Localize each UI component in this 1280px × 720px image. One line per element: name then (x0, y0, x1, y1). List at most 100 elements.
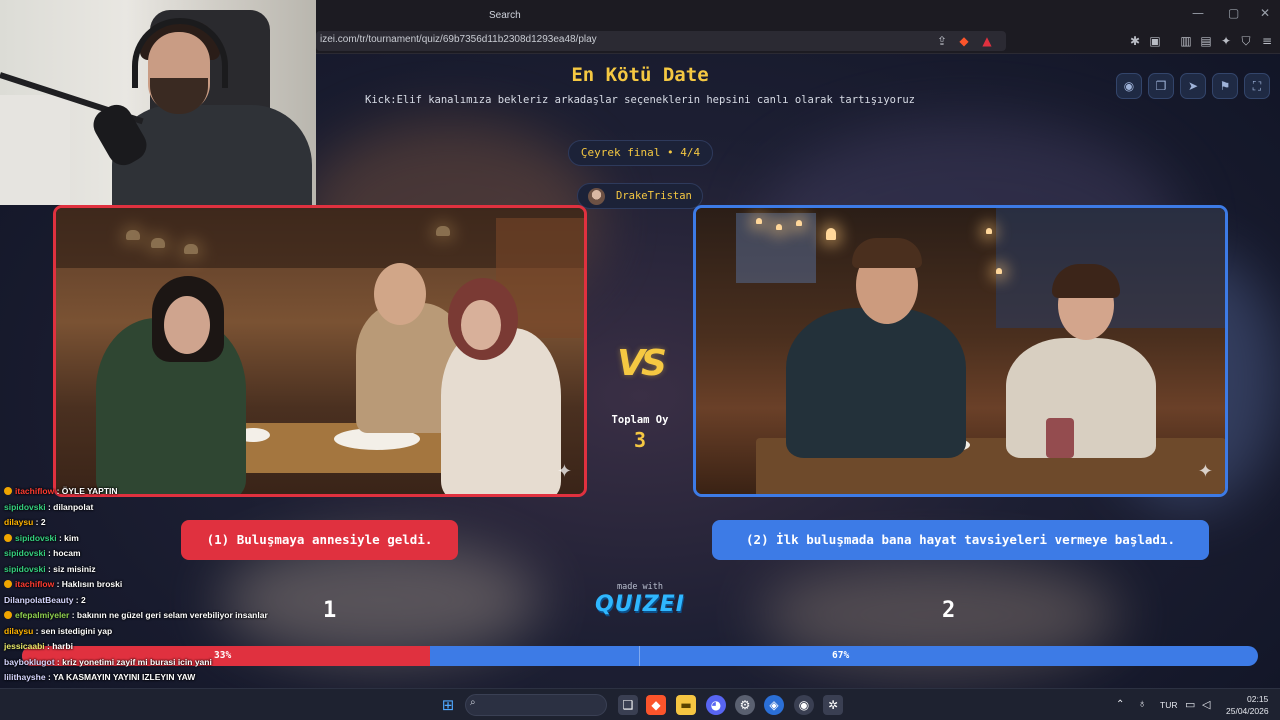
extensions-icon[interactable]: ✱ (1127, 33, 1143, 49)
avatar (588, 188, 605, 205)
option-2-number: 2 (942, 598, 956, 623)
bar-divider (639, 646, 640, 666)
taskbar-search-placeholder[interactable]: Search (489, 10, 521, 21)
player-name: DrakeTristan (616, 190, 692, 202)
chat-username[interactable]: lilithayshe (4, 672, 46, 682)
chat-message-text: Haklısın broski (61, 579, 123, 589)
windows-start-icon[interactable]: ⊞ (438, 695, 458, 715)
chat-message: sipidovski : siz misiniz (4, 564, 96, 579)
option-2-button[interactable]: (2) İlk buluşmada bana hayat tavsiyeleri… (712, 520, 1209, 560)
chat-username[interactable]: sipidovski (4, 502, 46, 512)
chat-username[interactable]: dilaysu (4, 626, 33, 636)
settings-icon[interactable]: ⚙ (735, 695, 755, 715)
chat-message-text: sen istedigini yap (40, 625, 113, 636)
obs-icon[interactable]: ◉ (794, 695, 814, 715)
quizei-logo[interactable]: QUIZEI (580, 592, 700, 617)
brave-browser-icon[interactable]: ◆ (646, 695, 666, 715)
brave-shield-icon[interactable]: ◆ (956, 33, 972, 49)
chat-separator: : (54, 656, 63, 667)
chat-separator: : (54, 579, 62, 589)
vpn-icon[interactable]: ⛉ (1238, 33, 1254, 49)
chat-message-text: kriz yonetimi zayif mi burasi icin yani (62, 656, 212, 667)
chat-separator: : (69, 610, 77, 620)
chat-message: itachiflow : Haklısın broski (4, 579, 122, 594)
chat-message-text: YA KASMAYIN YAYINI IZLEYIN YAW (52, 672, 196, 682)
option-1-percent: 33% (214, 650, 232, 661)
send-icon[interactable]: ➤ (1180, 73, 1206, 99)
total-votes-count: 3 (633, 428, 647, 452)
chat-separator: : (45, 548, 54, 558)
chat-message: lilithayshe : YA KASMAYIN YAYINI IZLEYIN… (4, 672, 195, 687)
chat-message: dilaysu : 2 (4, 517, 46, 532)
tray-chevron-icon[interactable]: ⌃ (1116, 699, 1124, 710)
task-view-icon[interactable]: ❑ (618, 695, 638, 715)
app-icon[interactable]: ✲ (823, 695, 843, 715)
app-icon[interactable]: ◈ (764, 695, 784, 715)
chat-message: jessicaabi : harbi (4, 641, 73, 656)
chat-message: itachiflow : ÖYLE YAPTIN (4, 486, 118, 501)
option-2-card[interactable]: ✦ (693, 205, 1228, 497)
fullscreen-icon[interactable]: ⛶ (1244, 73, 1270, 99)
discord-icon[interactable]: ◕ (706, 695, 726, 715)
chat-username[interactable]: bayboklugot (4, 657, 55, 667)
chat-separator: : (33, 517, 41, 527)
chat-username[interactable]: DilanpolatBeauty (4, 595, 73, 605)
option-2-percent: 67% (832, 650, 850, 661)
maximize-button[interactable]: ▢ (1228, 6, 1239, 20)
sparkle-icon: ✦ (1197, 461, 1213, 482)
chat-username[interactable]: sipidovski (15, 533, 57, 543)
chat-separator: : (73, 594, 81, 605)
chat-username[interactable]: jessicaabi (4, 641, 45, 651)
face (164, 296, 210, 354)
option-1-button[interactable]: (1) Buluşmaya annesiyle geldi. (181, 520, 458, 560)
window (736, 213, 816, 283)
chat-badge-icon (4, 580, 12, 588)
round-badge: Çeyrek final • 4/4 (568, 140, 713, 166)
option-1-card[interactable]: ✦ (53, 205, 587, 497)
file-explorer-icon[interactable]: ▬ (676, 695, 696, 715)
chat-badge-icon (4, 487, 12, 495)
menu-icon[interactable]: ≡ (1259, 33, 1275, 49)
man-plaid-shirt (786, 308, 966, 458)
chat-message-text: bakının ne güzel geri selam verebiliyor … (76, 610, 268, 620)
copy-icon[interactable]: ❐ (1148, 73, 1174, 99)
minimize-button[interactable]: — (1192, 6, 1204, 20)
leo-icon[interactable]: ✦ (1218, 33, 1234, 49)
face (461, 300, 501, 350)
chat-username[interactable]: itachiflow (15, 579, 54, 589)
chat-message-text: ÖYLE YAPTIN (61, 486, 118, 496)
chat-message: sipidovski : hocam (4, 548, 81, 563)
clock-date[interactable]: 25/04/2026 (1226, 706, 1269, 716)
tab-icon[interactable]: ▣ (1147, 33, 1163, 49)
chat-username[interactable]: itachiflow (15, 486, 54, 496)
total-votes-label: Toplam Oy (611, 414, 669, 426)
chat-message-text: siz misiniz (53, 563, 96, 574)
microphone-tray-icon[interactable]: ♁ (1138, 698, 1146, 710)
rewards-icon[interactable]: ▲ (979, 33, 995, 49)
language-indicator[interactable]: TUR (1160, 700, 1177, 710)
chat-badge-icon (4, 533, 12, 542)
vs-logo: VS (617, 343, 667, 384)
wallet-icon[interactable]: ▤ (1198, 33, 1214, 49)
taskbar: ⊞ ❑ ◆ ▬ ◕ ⚙ ◈ ◉ ✲ ⌃ ♁ TUR ▭ ◁ 02:15 25/0… (0, 688, 1280, 720)
player-badge: DrakeTristan (577, 183, 703, 209)
chat-username[interactable]: sipidovski (4, 548, 46, 558)
clock-time[interactable]: 02:15 (1247, 694, 1268, 704)
chat-username[interactable]: dilaysu (4, 517, 33, 527)
close-window-button[interactable]: ✕ (1260, 6, 1270, 20)
url-text[interactable]: izei.com/tr/tournament/quiz/69b7356d11b2… (320, 34, 597, 45)
flag-icon[interactable]: ⚑ (1212, 73, 1238, 99)
sidebar-icon[interactable]: ▥ (1178, 33, 1194, 49)
share-icon[interactable]: ⇪ (934, 33, 950, 49)
search-icon: ⌕ (470, 697, 476, 708)
lamp (826, 228, 836, 240)
chat-separator: : (45, 501, 54, 512)
chat-username[interactable]: sipidovski (4, 564, 46, 574)
eye-icon[interactable]: ◉ (1116, 73, 1142, 99)
webcam-shelf (0, 95, 70, 205)
taskbar-search[interactable] (465, 694, 607, 716)
network-icon[interactable]: ▭ (1185, 698, 1195, 711)
string-light (756, 218, 762, 224)
volume-icon[interactable]: ◁ (1202, 698, 1210, 711)
chat-username[interactable]: efepalmiyeler (15, 610, 69, 620)
